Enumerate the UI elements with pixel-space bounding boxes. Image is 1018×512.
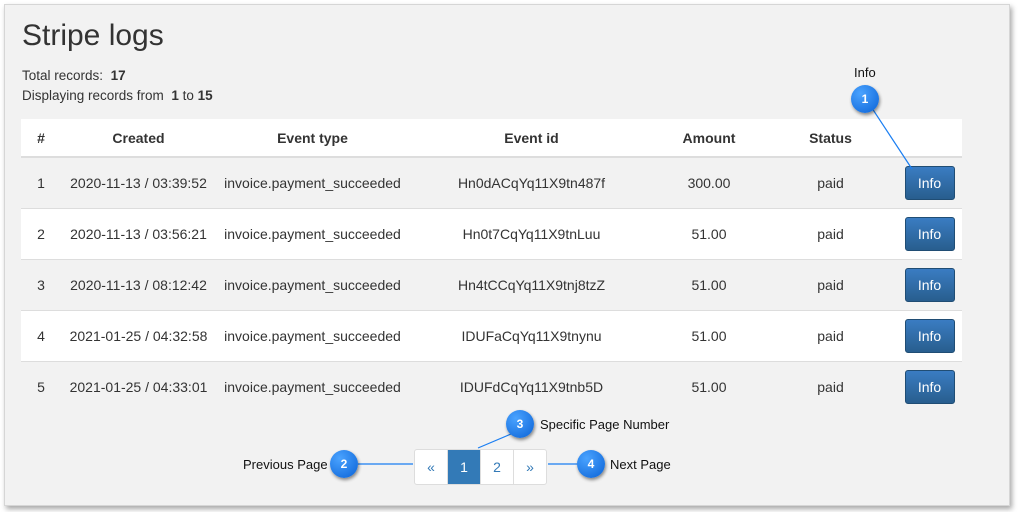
callout-3-label: Specific Page Number xyxy=(540,417,670,432)
callout-1-badge: 1 xyxy=(851,85,879,113)
callout-3-line xyxy=(477,433,512,449)
callout-3-badge: 3 xyxy=(506,410,534,438)
callout-2-label: Previous Page xyxy=(243,457,328,472)
callout-1-label: Info xyxy=(854,65,876,80)
callout-4-badge: 4 xyxy=(577,450,605,478)
callout-4-label: Next Page xyxy=(610,457,671,472)
callout-2-badge: 2 xyxy=(330,450,358,478)
